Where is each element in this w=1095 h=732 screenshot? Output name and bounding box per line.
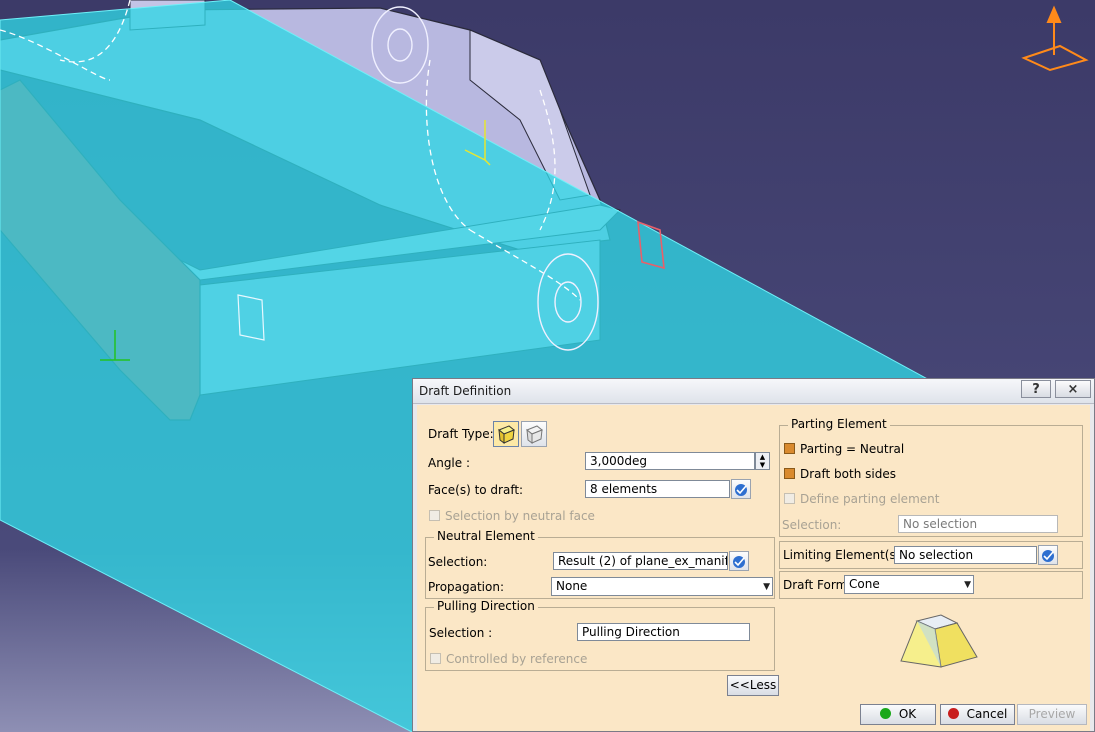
neutral-element-title: Neutral Element [434,529,538,543]
dialog-body: Draft Type: Angle : 3,000deg ▲ ▼ Face(s) … [417,405,1090,731]
selection-by-neutral-face-label: Selection by neutral face [445,509,595,523]
pulling-direction-group: Pulling Direction Selection : Pulling Di… [425,599,775,671]
cancel-label: Cancel [966,707,1008,721]
neutral-list-button[interactable] [729,551,749,571]
draft-reflect-icon [526,425,543,444]
parting-selection-input[interactable]: No selection [898,515,1058,533]
angle-input[interactable]: 3,000deg [585,452,755,470]
parting-element-title: Parting Element [788,417,890,431]
draft-definition-dialog: Draft Definition ? × Draft Type: Angle :… [412,378,1095,732]
controlled-by-reference-checkbox[interactable] [430,653,441,664]
limiting-element-label: Limiting Element(s): [783,548,905,562]
limiting-element-row: Limiting Element(s): No selection [779,541,1083,569]
cancel-button[interactable]: Cancel [940,704,1015,725]
draft-type-label: Draft Type: [428,427,494,441]
cancel-icon [947,708,959,719]
draft-form-row: Draft Form: Cone ▼ [779,571,1083,599]
draft-neutral-icon [498,425,515,444]
draft-form-value: Cone [849,577,880,591]
propagation-value: None [556,579,588,593]
edit-list-icon [733,556,745,568]
draft-type-reflect-button[interactable] [521,421,547,447]
chevron-down-icon: ▼ [763,582,770,592]
pulling-direction-title: Pulling Direction [434,599,538,613]
edit-list-icon [735,484,747,496]
limiting-element-input[interactable]: No selection [894,546,1037,564]
draft-both-sides-checkbox[interactable] [784,468,795,479]
parting-element-group: Parting Element Parting = Neutral Draft … [779,417,1083,537]
neutral-selection-label: Selection: [428,555,488,569]
draft-type-neutral-button[interactable] [493,421,519,447]
neutral-selection-input[interactable]: Result (2) of plane_ex_manif_mid [553,552,728,570]
dialog-titlebar[interactable]: Draft Definition ? × [413,379,1094,404]
controlled-by-reference-label: Controlled by reference [446,652,588,666]
faces-input[interactable]: 8 elements [585,480,730,498]
faces-list-button[interactable] [731,479,751,499]
faces-label: Face(s) to draft: [428,483,524,497]
close-button[interactable]: × [1055,380,1091,398]
pulling-selection-label: Selection : [429,626,493,640]
dialog-title: Draft Definition [419,384,512,398]
ok-button[interactable]: OK [860,704,936,725]
chevron-down-icon: ▼ [964,580,971,590]
ok-icon [879,708,891,719]
help-button[interactable]: ? [1021,380,1051,398]
propagation-label: Propagation: [428,580,505,594]
preview-button[interactable]: Preview [1017,704,1087,725]
draft-form-label: Draft Form: [783,578,852,592]
neutral-element-group: Neutral Element Selection: Result (2) of… [425,529,775,599]
define-parting-element-checkbox[interactable] [784,493,795,504]
edit-list-icon [1042,550,1054,562]
draft-preview-illustration [900,614,978,668]
limiting-list-button[interactable] [1038,545,1058,565]
draft-both-sides-label: Draft both sides [800,467,896,481]
parting-selection-label: Selection: [782,518,842,532]
angle-spinner[interactable]: ▲ ▼ [755,452,770,470]
parting-neutral-checkbox[interactable] [784,443,795,454]
draft-form-select[interactable]: Cone ▼ [844,575,974,594]
less-button[interactable]: <<Less [727,675,779,696]
selection-by-neutral-face-checkbox[interactable] [429,510,440,521]
ok-label: OK [898,707,917,721]
propagation-select[interactable]: None ▼ [551,577,773,596]
pulling-selection-input[interactable]: Pulling Direction [577,623,750,641]
parting-neutral-label: Parting = Neutral [800,442,905,456]
define-parting-element-label: Define parting element [800,492,940,506]
angle-label: Angle : [428,456,471,470]
